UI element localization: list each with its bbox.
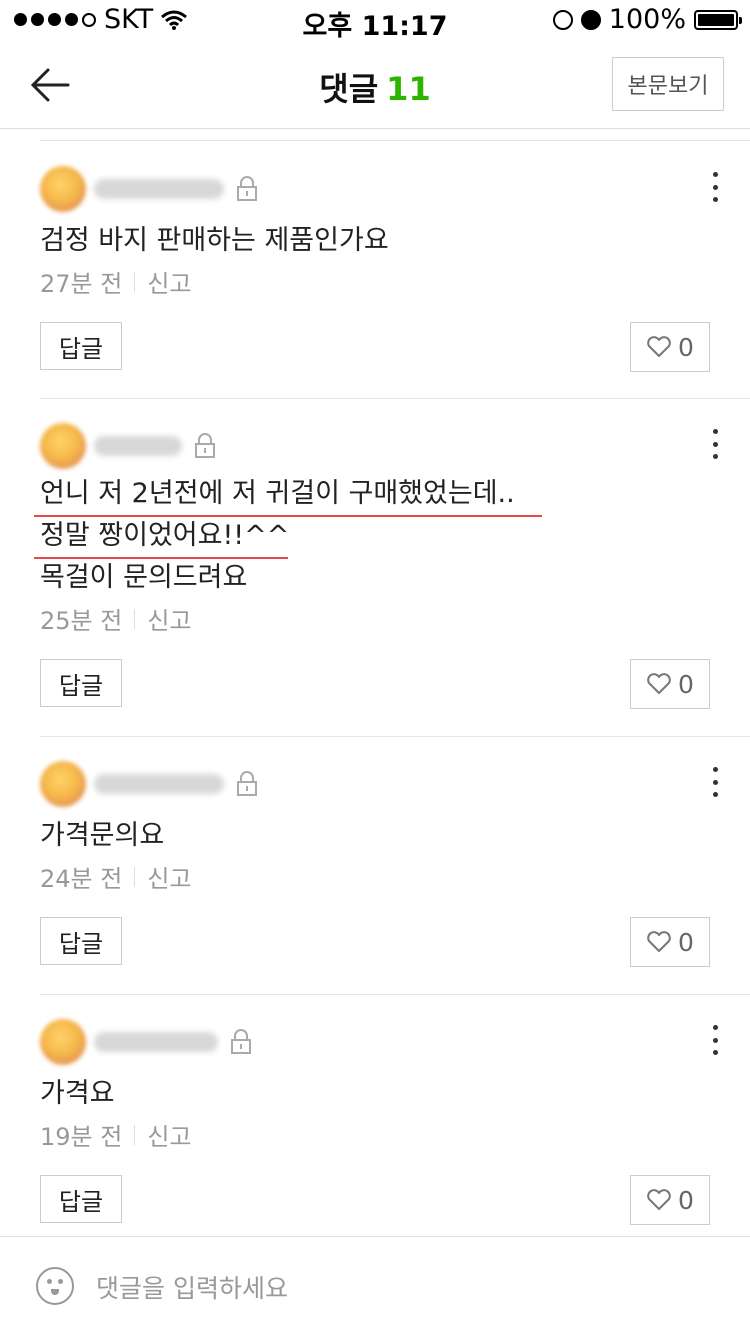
comment-item: 가격문의요 24분 전 신고 답글 0	[40, 737, 750, 995]
comment-time: 25분 전	[40, 607, 123, 635]
like-count: 0	[678, 1185, 694, 1215]
comment-text-line: 가격문의요	[40, 820, 165, 851]
comment-time: 27분 전	[40, 270, 123, 298]
avatar	[40, 423, 86, 469]
comment-author	[40, 761, 258, 807]
lock-icon	[231, 1029, 251, 1054]
comment-text-line: 검정 바지 판매하는 제품인가요	[40, 225, 389, 256]
comment-author	[40, 166, 258, 212]
red-underline	[34, 557, 288, 559]
lock-icon	[237, 771, 257, 796]
comment-item: 검정 바지 판매하는 제품인가요 27분 전 신고 답글 0	[40, 142, 750, 399]
comment-author	[40, 423, 216, 469]
reply-button[interactable]: 답글	[40, 917, 122, 965]
report-link[interactable]: 신고	[147, 264, 191, 299]
comment-text-line: 정말 짱이었어요!!^^	[40, 520, 290, 551]
report-link[interactable]: 신고	[147, 859, 191, 894]
status-right: 100%	[552, 4, 742, 35]
battery-icon	[694, 9, 742, 30]
rotation-lock-icon	[552, 9, 573, 30]
battery-percent: 100%	[608, 4, 686, 35]
comment-text: 언니 저 2년전에 저 귀걸이 구매했었는데.. 정말 짱이었어요!!^^ 목걸…	[40, 473, 515, 599]
red-underline	[34, 515, 542, 517]
meta-separator	[134, 1124, 136, 1145]
more-options-icon[interactable]	[710, 767, 720, 797]
like-count: 0	[678, 927, 694, 957]
more-options-icon[interactable]	[710, 1025, 720, 1055]
like-button[interactable]: 0	[630, 917, 710, 967]
meta-separator	[134, 608, 136, 629]
heart-icon	[647, 673, 671, 694]
comment-meta: 25분 전 신고	[40, 601, 192, 636]
meta-separator	[134, 271, 136, 292]
heart-icon	[647, 931, 671, 952]
like-button[interactable]: 0	[630, 659, 710, 709]
comment-meta: 27분 전 신고	[40, 264, 192, 299]
avatar	[40, 761, 86, 807]
comment-list: 검정 바지 판매하는 제품인가요 27분 전 신고 답글 0 언니 저 2년전에…	[0, 142, 750, 1235]
more-options-icon[interactable]	[710, 429, 720, 459]
view-post-button[interactable]: 본문보기	[612, 57, 724, 111]
lock-icon	[195, 433, 215, 458]
report-link[interactable]: 신고	[147, 1117, 191, 1152]
like-count: 0	[678, 669, 694, 699]
comment-text: 검정 바지 판매하는 제품인가요	[40, 220, 389, 262]
like-button[interactable]: 0	[630, 322, 710, 372]
author-nickname-blurred	[94, 436, 182, 456]
status-bar: SKT 오후 11:17 100%	[0, 0, 750, 42]
comment-input-bar	[0, 1236, 750, 1335]
comment-time: 19분 전	[40, 1123, 123, 1151]
avatar	[40, 1019, 86, 1065]
report-link[interactable]: 신고	[147, 601, 191, 636]
header-divider	[40, 140, 750, 141]
avatar	[40, 166, 86, 212]
comment-time: 24분 전	[40, 865, 123, 893]
author-nickname-blurred	[94, 1032, 218, 1052]
reply-button[interactable]: 답글	[40, 1175, 122, 1223]
like-count: 0	[678, 332, 694, 362]
like-button[interactable]: 0	[630, 1175, 710, 1225]
alarm-icon	[580, 9, 601, 30]
meta-separator	[134, 866, 136, 887]
reply-button[interactable]: 답글	[40, 659, 122, 707]
comment-text-line: 목걸이 문의드려요	[40, 562, 248, 593]
comment-item: 가격요 19분 전 신고 답글 0	[40, 995, 750, 1235]
comment-meta: 19분 전 신고	[40, 1117, 192, 1152]
comment-meta: 24분 전 신고	[40, 859, 192, 894]
author-nickname-blurred	[94, 774, 224, 794]
more-options-icon[interactable]	[710, 172, 720, 202]
title-label: 댓글	[319, 70, 379, 108]
comment-input[interactable]	[94, 1265, 698, 1311]
header: 댓글 11 본문보기	[0, 40, 750, 129]
heart-icon	[647, 1189, 671, 1210]
author-nickname-blurred	[94, 179, 224, 199]
reply-button[interactable]: 답글	[40, 322, 122, 370]
heart-icon	[647, 336, 671, 357]
emoticon-icon[interactable]	[36, 1267, 74, 1305]
comment-text-line: 언니 저 2년전에 저 귀걸이 구매했었는데..	[40, 478, 515, 509]
comment-author	[40, 1019, 252, 1065]
lock-icon	[237, 176, 257, 201]
comment-item: 언니 저 2년전에 저 귀걸이 구매했었는데.. 정말 짱이었어요!!^^ 목걸…	[34, 399, 750, 737]
comment-text: 가격요	[40, 1073, 115, 1115]
comment-count: 11	[386, 70, 431, 108]
comment-text-line: 가격요	[40, 1078, 115, 1109]
comment-text: 가격문의요	[40, 815, 164, 857]
